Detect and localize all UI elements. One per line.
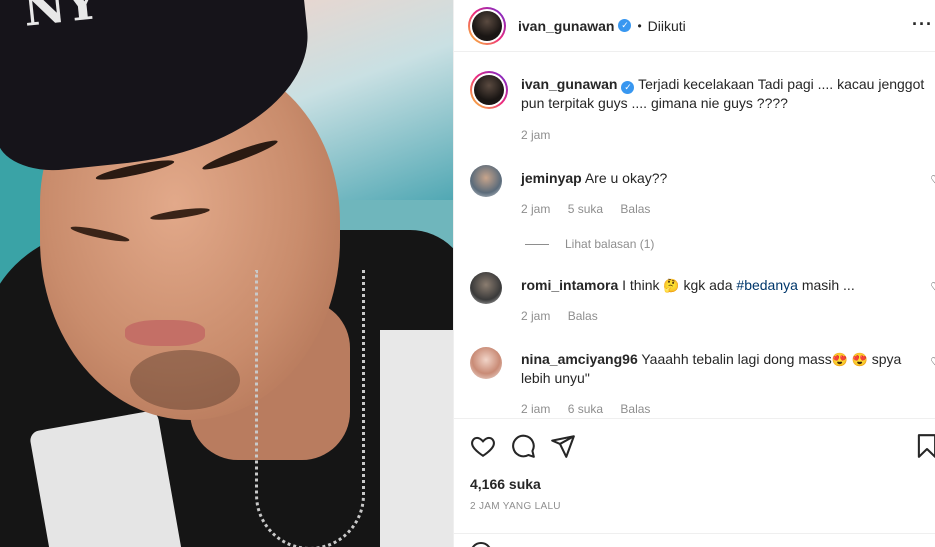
comment-username[interactable]: romi_intamora [521, 277, 618, 293]
view-replies-button[interactable]: Lihat balasan (1) [525, 237, 654, 251]
post-details-panel: ivan_gunawan ✓ • Diikuti ··· ivan_gunawa… [453, 0, 935, 547]
replies-line [525, 243, 549, 245]
comment-likes[interactable]: 5 suka [568, 202, 603, 216]
hashtag-link[interactable]: #bedanya [736, 277, 798, 293]
commenter-avatar[interactable] [470, 165, 502, 197]
emoji-picker-icon[interactable] [470, 542, 492, 547]
view-replies-label: Lihat balasan (1) [565, 237, 655, 251]
photo-jacket-panel [28, 409, 182, 547]
comment-text: Yaaahh tebalin lagi dong mass [641, 351, 832, 367]
send-icon[interactable] [550, 433, 576, 459]
photo-chain [255, 270, 365, 547]
comment-text: kgk ada [683, 277, 733, 293]
caption-time[interactable]: 2 jam [521, 128, 550, 142]
comment-username[interactable]: nina_amciyang96 [521, 351, 638, 367]
commenter-avatar[interactable] [470, 347, 502, 379]
bookmark-icon[interactable] [914, 433, 935, 459]
thinking-emoji-icon: 🤔 [663, 278, 680, 293]
comment-meta: 2 jam Balas [521, 309, 612, 323]
comment-username[interactable]: jeminyap [521, 170, 582, 186]
caption-avatar[interactable] [470, 71, 508, 109]
photo-beard [130, 350, 240, 410]
post-photo[interactable]: NY [0, 0, 453, 547]
comment-body: nina_amciyang96 Yaaahh tebalin lagi dong… [521, 350, 925, 387]
verified-badge-icon: ✓ [621, 81, 635, 94]
cap-logo: NY [20, 0, 101, 37]
comment-like-icon[interactable]: ♡ [930, 280, 935, 294]
post-actions: 4,166 suka 2 JAM YANG LALU [454, 418, 935, 547]
comment-text: Are u okay?? [584, 170, 668, 186]
comment-text: masih ... [801, 277, 855, 293]
photo-jacket-panel-right [380, 330, 453, 547]
post-timestamp[interactable]: 2 JAM YANG LALU [470, 501, 561, 512]
comment-meta: 2 iam 6 suka Balas [521, 402, 664, 416]
reply-button[interactable]: Balas [620, 402, 650, 416]
comment-time[interactable]: 2 jam [521, 202, 550, 216]
author-username[interactable]: ivan_gunawan [518, 18, 614, 34]
caption-username[interactable]: ivan_gunawan [521, 76, 617, 92]
caption-meta: 2 jam [521, 128, 564, 142]
likes-count[interactable]: 4,166 suka [470, 476, 541, 492]
heart-eyes-emoji-icon: 😍 😍 [831, 352, 868, 367]
reply-button[interactable]: Balas [620, 202, 650, 216]
comments-list[interactable]: ivan_gunawan ✓ Terjadi kecelakaan Tadi pa… [454, 53, 935, 418]
comment-likes[interactable]: 6 suka [568, 402, 603, 416]
comment-like-icon[interactable]: ♡ [930, 355, 935, 369]
comment-icon[interactable] [510, 433, 536, 459]
more-options-icon[interactable]: ··· [912, 14, 933, 35]
comment-like-icon[interactable]: ♡ [930, 173, 935, 187]
comment-meta: 2 jam 5 suka Balas [521, 202, 664, 216]
caption-body: ivan_gunawan ✓ Terjadi kecelakaan Tadi pa… [521, 75, 925, 112]
comment-text: I think [622, 277, 660, 293]
comment-body: jeminyap Are u okay?? [521, 169, 925, 187]
post-header: ivan_gunawan ✓ • Diikuti ··· [454, 0, 935, 52]
separator-dot: • [637, 18, 642, 33]
comment-time[interactable]: 2 jam [521, 309, 550, 323]
author-avatar[interactable] [468, 6, 506, 45]
follow-state-button[interactable]: Diikuti [648, 18, 686, 34]
commenter-avatar[interactable] [470, 272, 502, 304]
comment-time[interactable]: 2 iam [521, 402, 550, 416]
reply-button[interactable]: Balas [568, 309, 598, 323]
heart-icon[interactable] [470, 433, 496, 459]
verified-badge-icon: ✓ [618, 19, 632, 32]
comment-body: romi_intamora I think 🤔 kgk ada #bedanya… [521, 276, 925, 295]
add-comment-bar [454, 533, 935, 547]
photo-lips [125, 320, 205, 346]
